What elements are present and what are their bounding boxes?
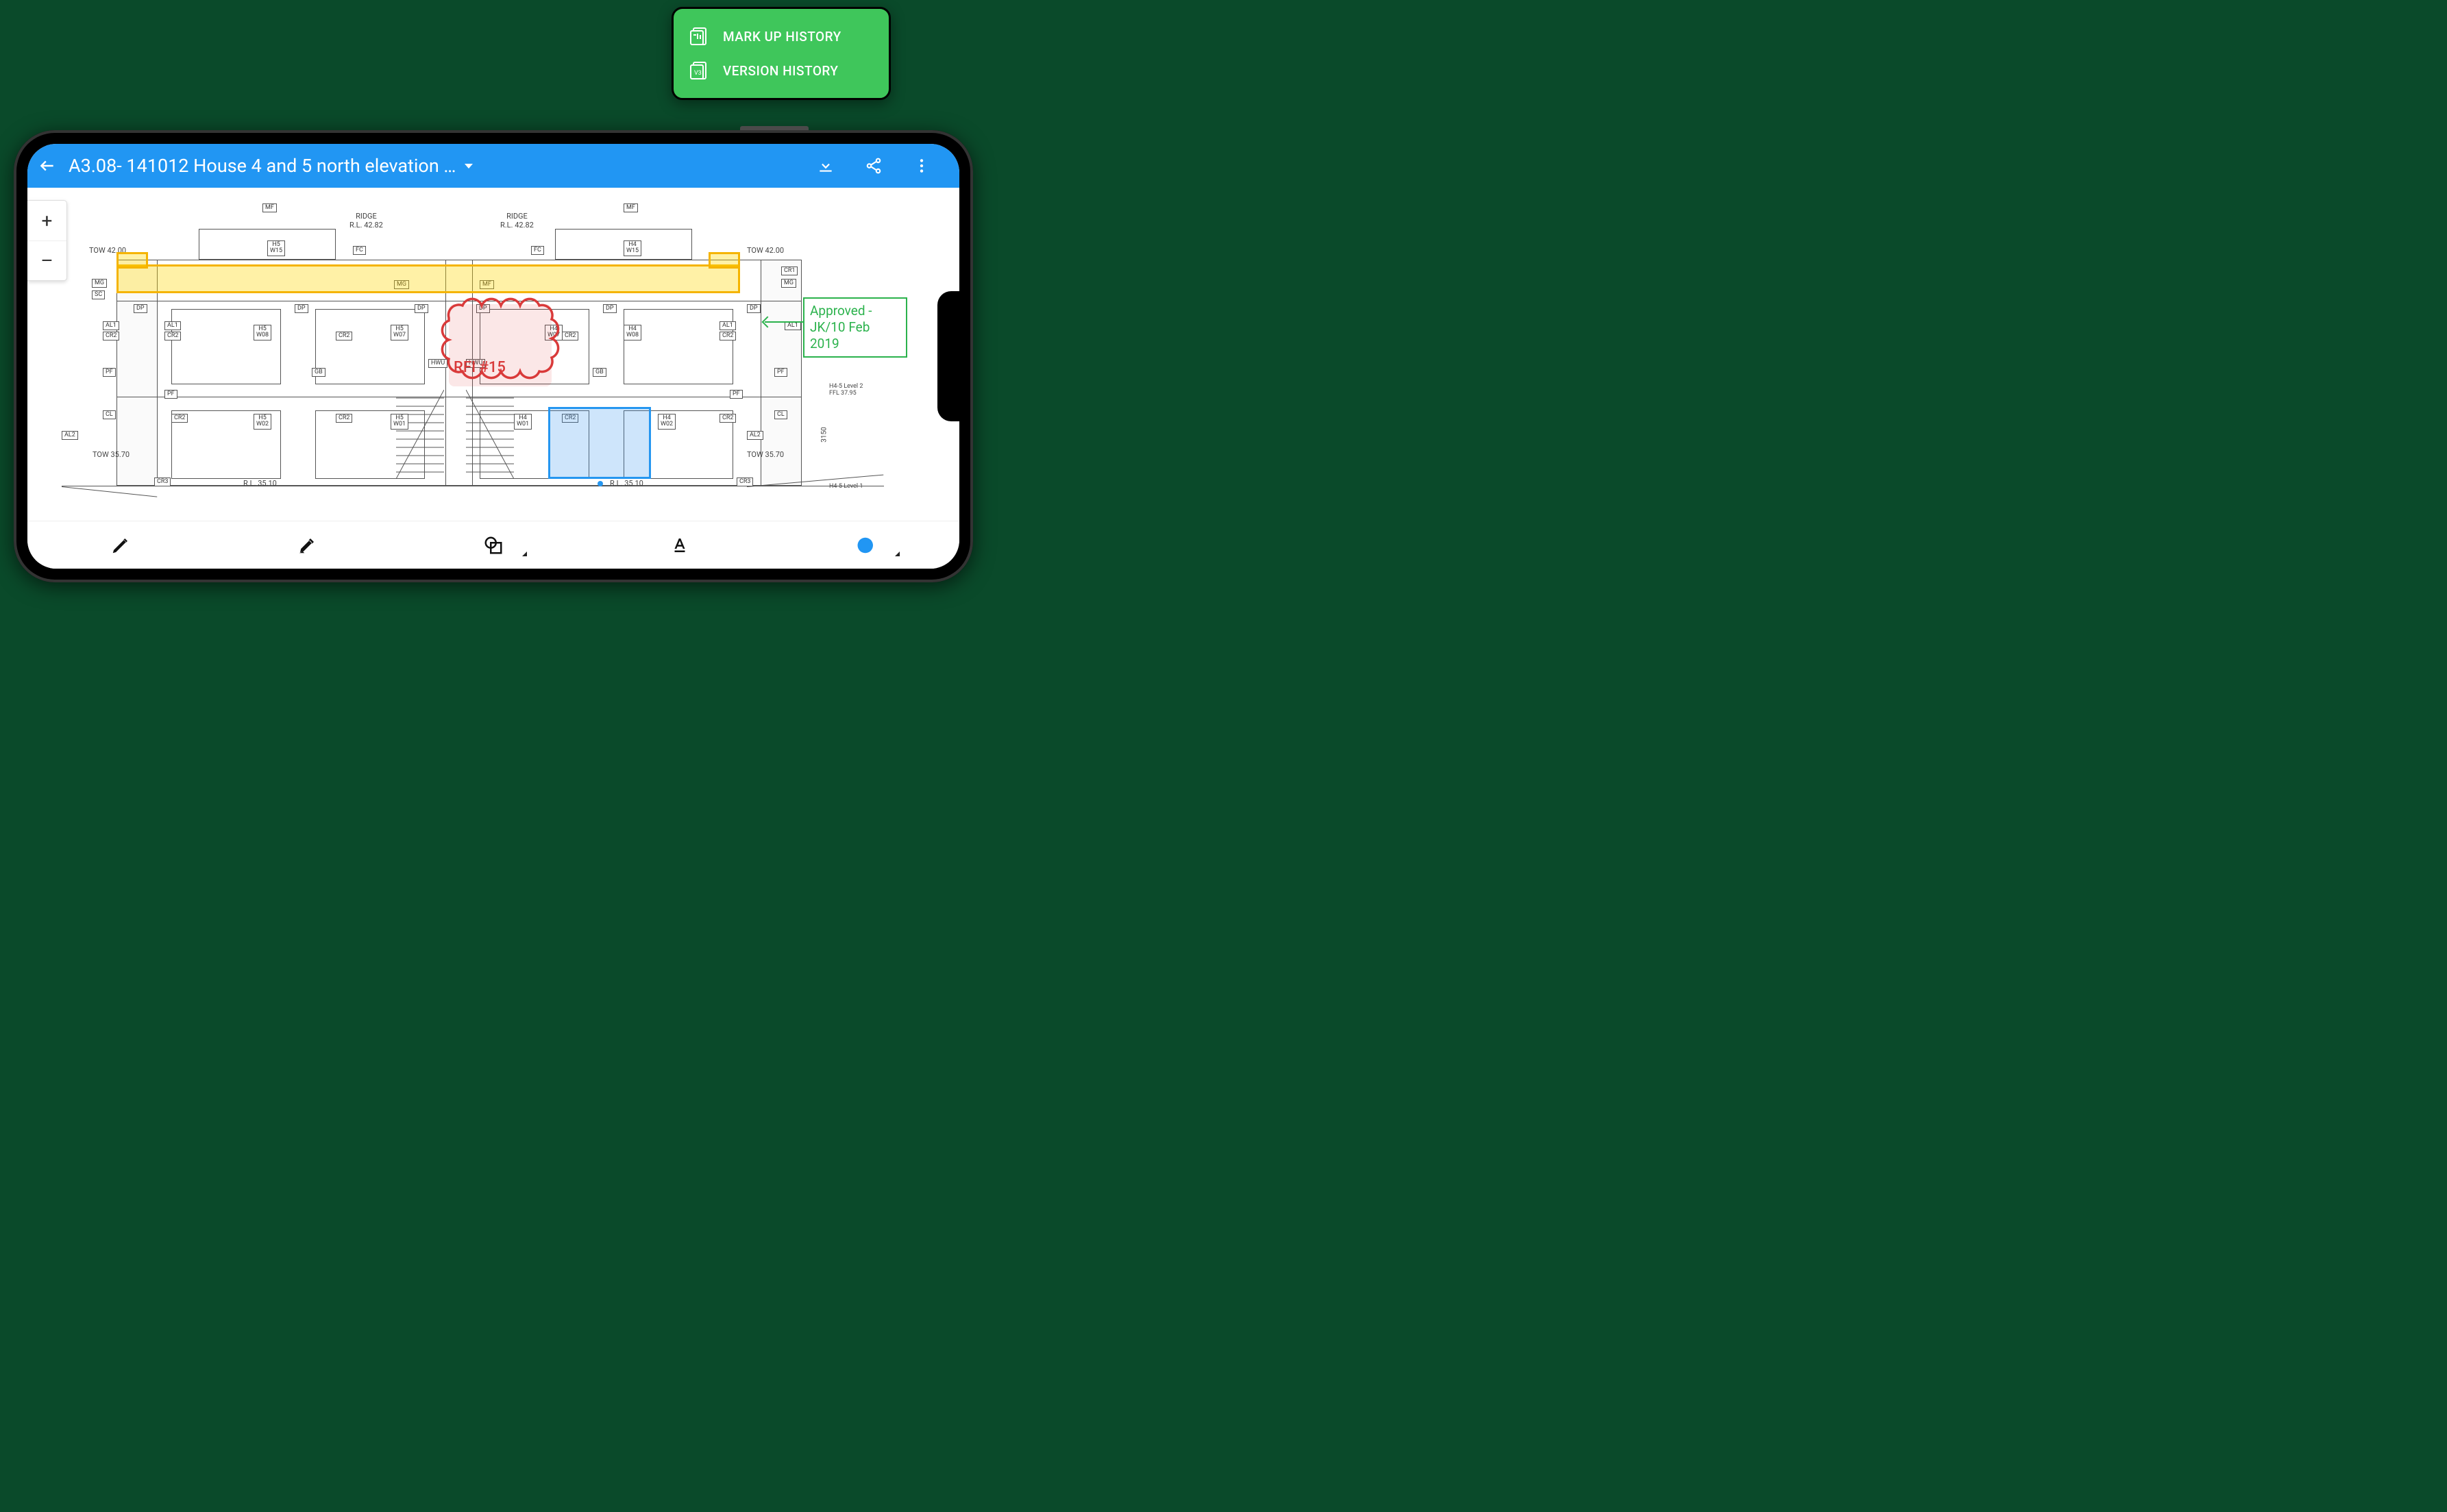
level2-label: H4-5 Level 2 FFL 37.95: [829, 383, 863, 397]
label-gb-1: GB: [312, 368, 325, 377]
history-popup: MARK UP HISTORY V3 VERSION HISTORY: [672, 7, 891, 100]
label-cr1-r: CR1: [781, 267, 798, 275]
label-cl-r: CL: [774, 410, 787, 419]
back-button[interactable]: [38, 157, 56, 175]
label-gb-2: GB: [593, 368, 606, 377]
svg-text:V3: V3: [694, 70, 702, 77]
phone-frame: A3.08- 141012 House 4 and 5 north elevat…: [14, 130, 973, 582]
label-fc-2: FC: [531, 246, 544, 255]
label-pf-b: PF: [730, 390, 743, 399]
markup-cloud[interactable]: [442, 297, 558, 393]
label-dp-6: DP: [747, 304, 761, 313]
label-cr2-a: CR2: [164, 332, 181, 340]
version-history-label: VERSION HISTORY: [723, 63, 839, 79]
markup-rectangle[interactable]: [548, 407, 651, 479]
markup-history-item[interactable]: MARK UP HISTORY: [689, 21, 874, 51]
label-al1-l: AL1: [103, 321, 119, 330]
label-sc: SC: [92, 290, 105, 299]
ridge-label-2: RIDGE R.L. 42.82: [500, 212, 534, 230]
zoom-controls: + –: [27, 200, 67, 281]
label-al1-d: AL1: [720, 321, 736, 330]
label-mg-l: MG: [92, 279, 107, 288]
chevron-down-icon: [465, 164, 473, 169]
pen-tool[interactable]: [27, 521, 214, 569]
highlighter-tool[interactable]: [214, 521, 400, 569]
label-h4w08: H4 W08: [624, 325, 641, 340]
label-cr2-e: CR2: [171, 414, 188, 423]
zoom-out-button[interactable]: –: [27, 240, 66, 280]
label-h5w01: H5 W01: [391, 414, 408, 430]
label-cl-l: CL: [103, 410, 116, 419]
markup-callout[interactable]: Approved - JK/10 Feb 2019: [803, 297, 907, 358]
shape-tool-expand-icon: [522, 551, 527, 556]
markup-history-label: MARK UP HISTORY: [723, 29, 841, 45]
ridge-label-1: RIDGE R.L. 42.82: [349, 212, 383, 230]
download-button[interactable]: [817, 157, 835, 175]
label-mg-r: MG: [781, 279, 796, 288]
label-h4w01: H4 W01: [514, 414, 532, 430]
app-header: A3.08- 141012 House 4 and 5 north elevat…: [27, 144, 959, 188]
tow-right: TOW 42.00: [747, 246, 784, 255]
label-al1-a: AL1: [164, 321, 181, 330]
label-pf-a: PF: [164, 390, 177, 399]
label-h4w02: H4 W02: [658, 414, 676, 430]
color-picker-expand-icon: [895, 551, 900, 556]
document-title-dropdown[interactable]: A3.08- 141012 House 4 and 5 north elevat…: [69, 155, 473, 177]
markup-highlight[interactable]: [116, 264, 740, 293]
label-h5w02: H5 W02: [254, 414, 271, 430]
text-tool[interactable]: [587, 521, 773, 569]
label-dp-3: DP: [415, 304, 428, 313]
label-h5w15: H5 W15: [267, 240, 285, 256]
rl-left: R.L. 35.10: [243, 479, 277, 488]
label-dp-1: DP: [134, 304, 147, 313]
share-button[interactable]: [865, 157, 883, 175]
label-fc-1: FC: [353, 246, 366, 255]
label-cr2-c: CR2: [562, 332, 578, 340]
more-menu-button[interactable]: [913, 157, 931, 175]
label-cr2-f: CR2: [336, 414, 352, 423]
label-mf-1: MF: [262, 203, 277, 212]
label-h5w07: H5 W07: [391, 325, 408, 340]
label-cr2-l: CR2: [103, 332, 119, 340]
version-history-item[interactable]: V3 VERSION HISTORY: [689, 55, 874, 86]
label-mf-2: MF: [624, 203, 638, 212]
markup-toolbar: [27, 521, 959, 569]
label-pf-r: PF: [774, 368, 787, 377]
rl-right: R.L. 35.10: [610, 479, 643, 488]
document-title: A3.08- 141012 House 4 and 5 north elevat…: [69, 155, 456, 177]
markup-history-icon: [689, 25, 711, 47]
label-dp-2: DP: [295, 304, 308, 313]
label-cr2-h: CR2: [720, 414, 736, 423]
label-h5w08: H5 W08: [254, 325, 271, 340]
phone-screen: A3.08- 141012 House 4 and 5 north elevat…: [27, 144, 959, 569]
phone-power-button: [740, 126, 809, 130]
shape-tool[interactable]: [400, 521, 587, 569]
markup-rectangle-handle[interactable]: [598, 481, 603, 486]
drawing-canvas[interactable]: + –: [27, 188, 959, 521]
color-picker-tool[interactable]: [773, 521, 959, 569]
label-al1-r: AL1: [785, 321, 801, 330]
label-al2-l: AL2: [62, 431, 78, 440]
markup-cloud-label[interactable]: RFI #15: [454, 359, 506, 376]
tow-bottom-right: TOW 35.70: [747, 450, 784, 459]
label-pf-l: PF: [103, 368, 116, 377]
tow-bottom-left: TOW 35.70: [93, 450, 130, 459]
label-cr2-d: CR2: [720, 332, 736, 340]
label-cr2-b: CR2: [336, 332, 352, 340]
label-al2-r: AL2: [747, 431, 763, 440]
label-h4w15: H4 W15: [624, 240, 641, 256]
zoom-in-button[interactable]: +: [27, 201, 66, 240]
phone-notch: [937, 291, 959, 421]
dim-3150: 3150: [821, 427, 828, 442]
markup-callout-leader: [765, 321, 804, 323]
level1-label: H4-5 Level 1: [829, 483, 863, 490]
version-history-icon: V3: [689, 60, 711, 82]
label-dp-5: DP: [603, 304, 617, 313]
